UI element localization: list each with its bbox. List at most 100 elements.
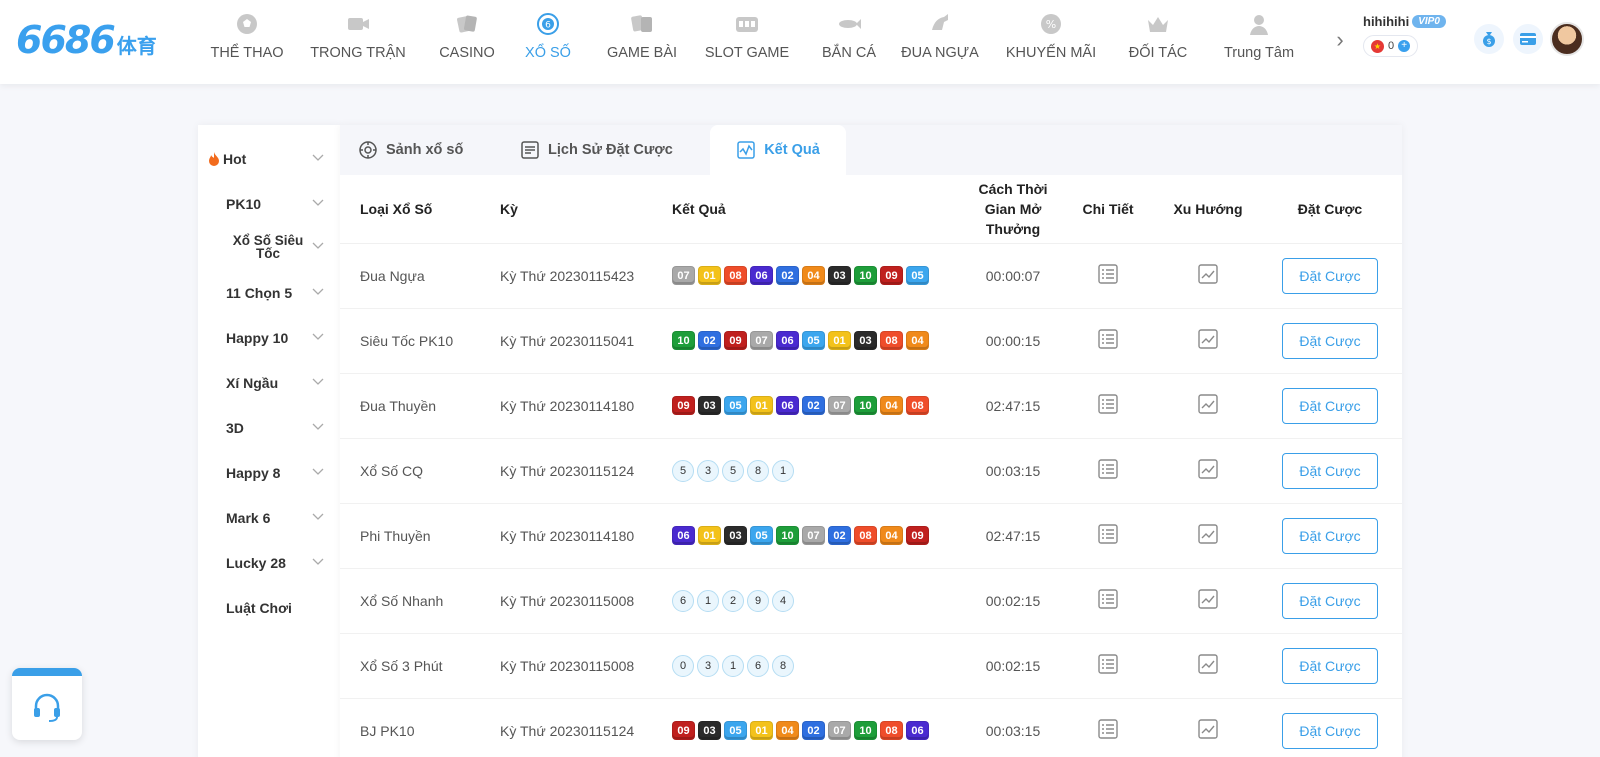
place-bet-button[interactable]: Đặt Cược — [1282, 517, 1378, 554]
tab-label: Sảnh xổ số — [386, 142, 464, 158]
detail-list-icon[interactable] — [1097, 328, 1119, 350]
nav-item-8[interactable]: % KHUYẾN MÃI — [999, 0, 1103, 84]
slot-machine-icon — [733, 10, 761, 38]
result-number: 02 — [802, 396, 825, 415]
nav-item-2[interactable]: CASINO — [433, 0, 501, 84]
detail-list-icon[interactable] — [1097, 588, 1119, 610]
place-bet-button[interactable]: Đặt Cược — [1282, 257, 1378, 294]
sidebar-item-8[interactable]: Mark 6 — [198, 507, 340, 529]
sidebar-item-6[interactable]: 3D — [198, 417, 340, 439]
detail-list-icon[interactable] — [1097, 393, 1119, 415]
trend-chart-icon[interactable] — [1197, 653, 1219, 675]
lottery-hall-icon — [359, 141, 377, 159]
nav-item-9[interactable]: ĐỐI TÁC — [1125, 0, 1191, 84]
sidebar-item-label: Luật Chơi — [226, 600, 292, 616]
result-number: 07 — [828, 396, 851, 415]
trend-chart-icon[interactable] — [1197, 263, 1219, 285]
username: hihihihi — [1363, 14, 1410, 29]
col-period: Kỳ — [500, 175, 672, 244]
col-result: Kết Quả — [672, 175, 968, 244]
tab-results[interactable]: Kết Quả — [710, 125, 846, 175]
result-number: 09 — [880, 266, 903, 285]
headset-icon — [12, 690, 82, 724]
sidebar-item-1[interactable]: PK10 — [198, 193, 340, 215]
detail-list-icon[interactable] — [1097, 718, 1119, 740]
bank-card-icon[interactable] — [1513, 24, 1543, 54]
bet-cell: Đặt Cược — [1258, 438, 1402, 504]
nav-label: CASINO — [439, 45, 495, 61]
sidebar-item-0[interactable]: Hot — [198, 148, 340, 170]
tab-bet-history[interactable]: Lịch Sử Đặt Cược — [520, 125, 673, 175]
result-number: 10 — [854, 396, 877, 415]
lottery-ball-icon: 6 — [534, 10, 562, 38]
trend-chart-icon[interactable] — [1197, 393, 1219, 415]
trend-chart-icon[interactable] — [1197, 328, 1219, 350]
nav-item-4[interactable]: GAME BÀI — [593, 0, 691, 84]
trend-chart-icon[interactable] — [1197, 458, 1219, 480]
nav-item-6[interactable]: BẮN CÁ — [813, 0, 885, 84]
sidebar-item-7[interactable]: Happy 8 — [198, 462, 340, 484]
result-number: 01 — [698, 526, 721, 545]
nav-item-5[interactable]: SLOT GAME — [696, 0, 798, 84]
nav-item-1[interactable]: TRONG TRẬN — [302, 0, 414, 84]
sidebar-item-10[interactable]: Luật Chơi — [198, 597, 340, 619]
sidebar-item-5[interactable]: Xí Ngầu — [198, 372, 340, 394]
lottery-name[interactable]: Xổ Số Nhanh — [340, 568, 500, 634]
tab-lottery-hall[interactable]: Sảnh xổ số — [358, 125, 463, 175]
site-logo[interactable]: 6686 体育 — [16, 18, 157, 62]
nav-next-arrow-icon[interactable]: › — [1330, 27, 1350, 52]
svg-text:%: % — [1046, 18, 1056, 31]
soccer-ball-icon — [233, 10, 261, 38]
table-row: Đua Ngựa Kỳ Thứ 20230115423 07 01 08 06 02 04 03… — [340, 243, 1402, 309]
place-bet-button[interactable]: Đặt Cược — [1282, 322, 1378, 359]
avatar[interactable] — [1550, 22, 1584, 56]
balance-pill[interactable]: ★ 0 + — [1363, 35, 1419, 57]
detail-list-icon[interactable] — [1097, 458, 1119, 480]
lottery-name[interactable]: BJ PK10 — [340, 698, 500, 757]
lottery-name[interactable]: Phi Thuyền — [340, 503, 500, 569]
place-bet-button[interactable]: Đặt Cược — [1282, 712, 1378, 749]
result-number: 08 — [880, 331, 903, 350]
sidebar-item-3[interactable]: 11 Chọn 5 — [198, 282, 340, 304]
sidebar-item-2[interactable]: Xổ Số Siêu Tốc — [198, 232, 340, 262]
money-bag-icon[interactable]: $ — [1474, 24, 1504, 54]
detail-list-icon[interactable] — [1097, 653, 1119, 675]
place-bet-button[interactable]: Đặt Cược — [1282, 452, 1378, 489]
result-balls: 06 01 03 05 10 07 02 08 04 09 — [672, 503, 968, 569]
result-balls: 10 02 09 07 06 05 01 03 08 04 — [672, 308, 968, 374]
result-number: 03 — [698, 396, 721, 415]
trend-cell — [1158, 503, 1258, 569]
sidebar-item-4[interactable]: Happy 10 — [198, 327, 340, 349]
sidebar-item-9[interactable]: Lucky 28 — [198, 552, 340, 574]
table-row: Phi Thuyền Kỳ Thứ 20230114180 06 01 03 05 10 07… — [340, 503, 1402, 569]
detail-list-icon[interactable] — [1097, 523, 1119, 545]
period-number: Kỳ Thứ 20230115124 — [500, 698, 672, 757]
customer-support-widget[interactable] — [12, 668, 82, 740]
col-bet: Đặt Cược — [1258, 175, 1402, 244]
place-bet-button[interactable]: Đặt Cược — [1282, 387, 1378, 424]
result-number: 05 — [724, 721, 747, 740]
trend-chart-icon[interactable] — [1197, 718, 1219, 740]
lottery-name[interactable]: Siêu Tốc PK10 — [340, 308, 500, 374]
detail-list-icon[interactable] — [1097, 263, 1119, 285]
result-number: 04 — [880, 526, 903, 545]
deposit-plus-icon[interactable]: + — [1398, 40, 1411, 52]
result-number: 05 — [724, 396, 747, 415]
place-bet-button[interactable]: Đặt Cược — [1282, 582, 1378, 619]
lottery-name[interactable]: Xổ Số CQ — [340, 438, 500, 504]
lottery-name[interactable]: Xổ Số 3 Phút — [340, 633, 500, 699]
nav-item-3[interactable]: 6 XỔ SỐ — [516, 0, 580, 84]
bet-cell: Đặt Cược — [1258, 243, 1402, 309]
result-number: 01 — [750, 396, 773, 415]
nav-item-7[interactable]: ĐUA NGỰA — [892, 0, 988, 84]
results-panel: Sảnh xổ số Lịch Sử Đặt Cược Kết Quả Loại… — [340, 125, 1402, 757]
lottery-name[interactable]: Đua Thuyền — [340, 373, 500, 439]
chevron-down-icon — [312, 241, 324, 253]
trend-chart-icon[interactable] — [1197, 523, 1219, 545]
lottery-name[interactable]: Đua Ngựa — [340, 243, 500, 309]
nav-item-10[interactable]: Trung Tâm — [1212, 0, 1306, 84]
countdown-time: 00:03:15 — [968, 698, 1058, 757]
trend-chart-icon[interactable] — [1197, 588, 1219, 610]
place-bet-button[interactable]: Đặt Cược — [1282, 647, 1378, 684]
nav-item-0[interactable]: THỂ THAO — [200, 0, 294, 84]
